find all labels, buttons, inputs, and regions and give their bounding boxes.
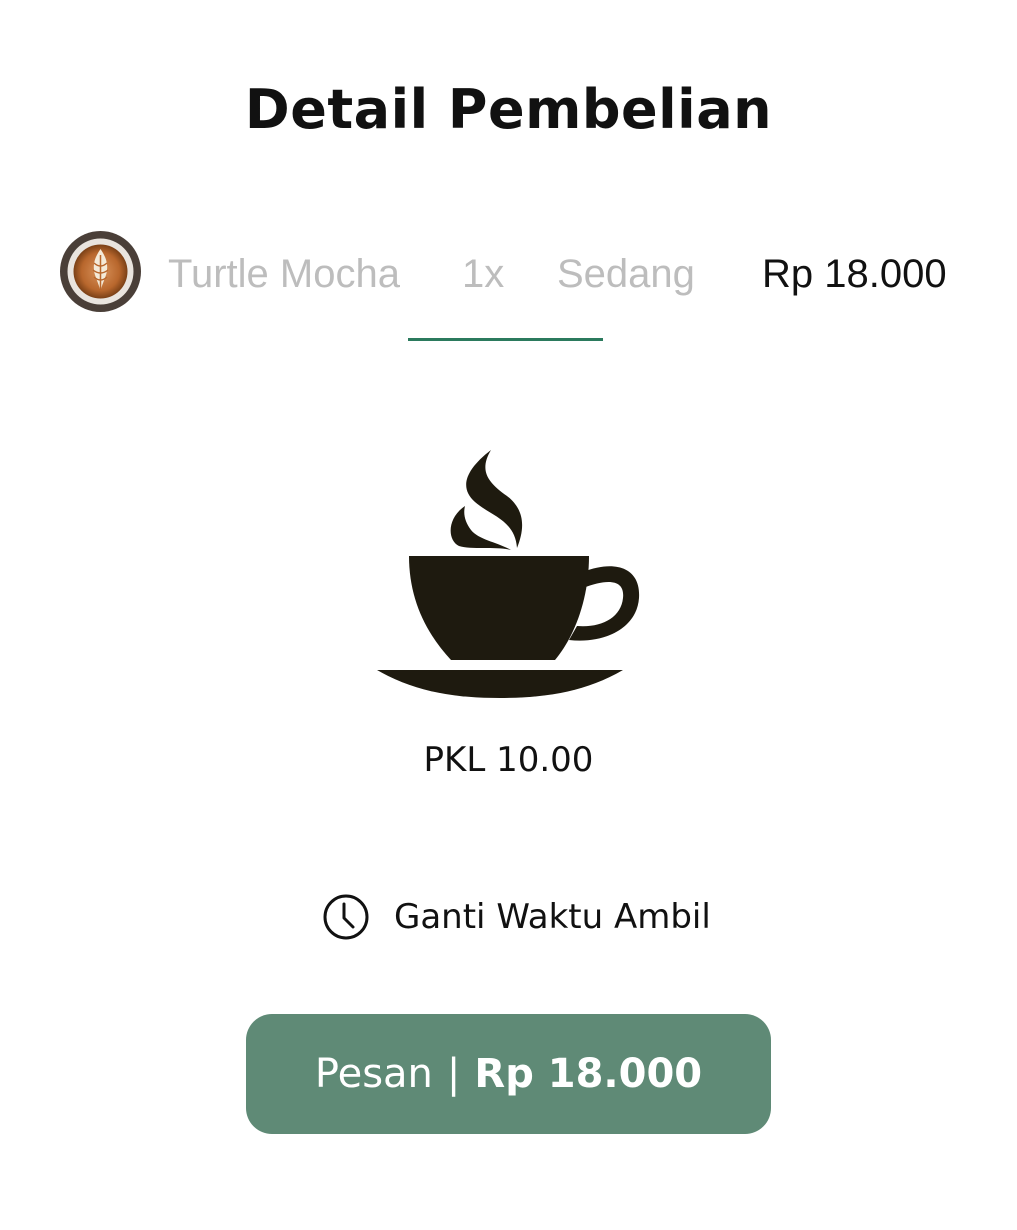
order-item-row: Turtle Mocha 1x Sedang Rp 18.000 (0, 230, 1017, 320)
latte-art-image (60, 231, 141, 312)
change-pickup-time-label: Ganti Waktu Ambil (394, 897, 711, 937)
order-button[interactable]: Pesan | Rp 18.000 (246, 1014, 771, 1134)
order-button-label: Pesan (314, 1051, 433, 1097)
item-quantity: 1x (462, 252, 505, 296)
item-name: Turtle Mocha (168, 252, 400, 296)
order-button-price: Rp 18.000 (474, 1051, 703, 1097)
item-price: Rp 18.000 (762, 252, 947, 296)
clock-icon (322, 893, 370, 941)
coffee-cup-icon (375, 448, 645, 703)
pickup-time: PKL 10.00 (423, 740, 594, 780)
item-size: Sedang (557, 252, 695, 296)
order-button-separator: | (446, 1051, 461, 1097)
change-pickup-time-button[interactable]: Ganti Waktu Ambil (322, 893, 711, 941)
product-thumbnail (60, 231, 141, 312)
page-title: Detail Pembelian (244, 78, 773, 141)
active-indicator (408, 338, 603, 341)
